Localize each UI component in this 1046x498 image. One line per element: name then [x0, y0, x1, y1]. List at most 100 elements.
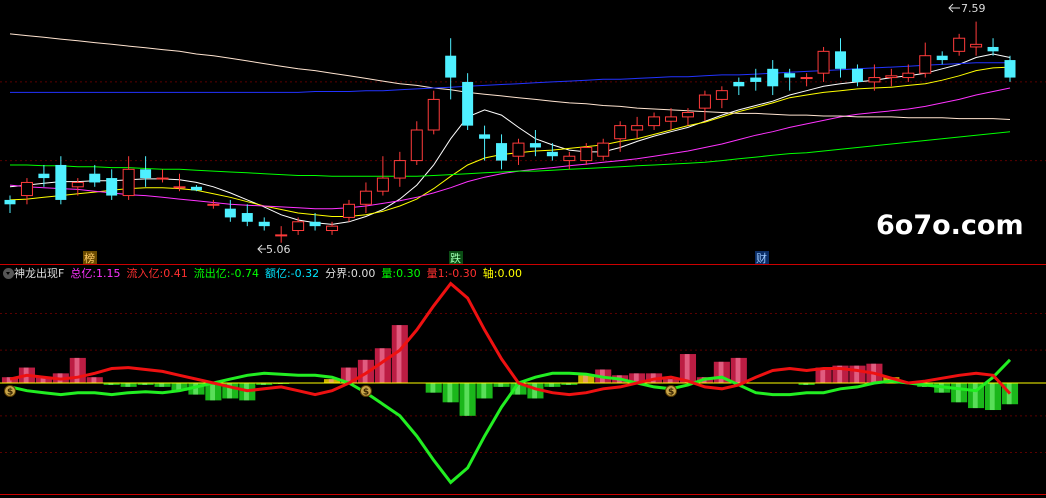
candle-body-down — [835, 51, 847, 69]
indicator-bar-highlight — [955, 383, 961, 403]
candle-body-down — [106, 178, 118, 196]
field-label: 流入亿: — [126, 267, 164, 280]
candle-body-up — [326, 225, 339, 232]
candle-body-up — [173, 186, 186, 189]
field-volume1: 量1:-0.30 — [427, 265, 477, 281]
field-label: 量: — [381, 267, 397, 280]
candle-body-up — [698, 94, 711, 109]
field-volume: 量:0.30 — [381, 265, 420, 281]
indicator-bar-highlight — [379, 348, 385, 383]
candle-body-down — [190, 186, 202, 191]
money-bag-symbol: $ — [668, 388, 674, 398]
candle-body-down — [4, 199, 16, 205]
candle-body-up — [563, 155, 576, 162]
candle-body-up — [614, 125, 627, 140]
candle-body-up — [868, 77, 881, 83]
indicator-bar-highlight — [549, 383, 554, 387]
candle-body-down — [546, 151, 558, 157]
candle-body-down — [55, 164, 67, 200]
high-price-label: 7.59 — [961, 2, 986, 15]
field-value: -0.30 — [448, 267, 477, 280]
indicator-bar-highlight — [583, 375, 588, 383]
candle-body-down — [1004, 60, 1016, 78]
indicator-bar-highlight — [532, 383, 538, 399]
field-value: 0.00 — [350, 267, 376, 280]
candle-body-up — [715, 90, 728, 100]
dropdown-icon[interactable] — [3, 267, 14, 279]
field-label: 总亿: — [70, 267, 97, 280]
candle-body-up — [156, 177, 169, 180]
candle-body-down — [750, 77, 762, 82]
event-markers: 榜 跌 财 — [83, 251, 769, 265]
event-marker-finance[interactable]: 财 — [756, 251, 767, 265]
stock-chart[interactable]: 7.59 5.06 榜 跌 财 $ $ $ — [0, 0, 1046, 498]
candle-body-up — [359, 190, 372, 205]
field-total: 总亿:1.15 — [70, 265, 120, 281]
field-value: 0.00 — [497, 267, 522, 280]
candle-body-up — [648, 116, 661, 127]
indicator-bar-highlight — [91, 377, 97, 383]
candle-body-up — [681, 112, 694, 118]
indicator-bar-highlight — [735, 357, 741, 383]
indicator-bar-highlight — [430, 383, 436, 393]
candle-body-up — [20, 181, 33, 197]
candle-body-down — [479, 134, 491, 139]
candle-body-down — [529, 143, 541, 148]
indicator-bar-highlight — [464, 383, 470, 416]
candle-body-up — [342, 203, 355, 218]
candle-body-up — [427, 98, 440, 131]
candle-body-down — [224, 208, 236, 218]
field-value: 0.41 — [163, 267, 188, 280]
field-divider: 分界:0.00 — [325, 265, 375, 281]
field-outflow: 流出亿:-0.74 — [194, 265, 259, 281]
watermark: 6o7o.com — [876, 210, 1024, 241]
field-inflow: 流入亿:0.41 — [127, 265, 188, 281]
candle-body-up — [631, 125, 644, 131]
candle-body-down — [309, 221, 321, 227]
indicator-bar-highlight — [854, 365, 860, 383]
indicator-info-bar: 神龙出现F 总亿:1.15 流入亿:0.41 流出亿:-0.74 额亿:-0.3… — [0, 265, 522, 281]
candle-body-down — [733, 81, 745, 87]
candlestick-series[interactable] — [4, 21, 1016, 243]
candle-body-up — [902, 72, 915, 79]
money-bag-symbol: $ — [363, 388, 369, 398]
candle-body-down — [258, 221, 270, 227]
candle-body-up — [800, 77, 813, 80]
event-marker-fall[interactable]: 跌 — [450, 251, 461, 265]
field-axis: 轴:0.00 — [483, 265, 522, 281]
candle-body-down — [987, 46, 999, 52]
candle-body-up — [953, 37, 966, 52]
field-value: 1.15 — [96, 267, 121, 280]
field-value: -0.32 — [290, 267, 320, 280]
candle-body-up — [970, 43, 983, 48]
candle-body-down — [445, 55, 457, 78]
field-label: 量1: — [426, 267, 449, 280]
field-value: 0.30 — [396, 267, 421, 280]
candle-body-up — [376, 177, 389, 192]
candle-body-down — [784, 73, 796, 78]
indicator-bar-highlight — [972, 383, 978, 409]
candle-body-up — [207, 203, 220, 206]
candle-body-down — [496, 143, 508, 161]
candle-body-down — [851, 68, 863, 82]
indicator-bar-highlight — [447, 383, 453, 403]
field-label: 额亿: — [264, 267, 291, 280]
candle-body-up — [122, 168, 135, 197]
indicator-name[interactable]: 神龙出现F — [14, 265, 64, 281]
candle-body-down — [89, 173, 101, 183]
candle-body-up — [885, 75, 898, 79]
candle-body-down — [767, 68, 779, 87]
field-label: 流出亿: — [193, 267, 231, 280]
event-marker-rank[interactable]: 榜 — [84, 251, 95, 265]
candle-body-down — [241, 213, 253, 222]
indicator-bar-highlight — [74, 357, 80, 383]
indicator-bar-highlight — [684, 354, 690, 383]
money-bag-symbol: $ — [7, 388, 13, 398]
candle-body-up — [919, 55, 932, 74]
candle-body-up — [817, 50, 830, 74]
field-amount: 额亿:-0.32 — [265, 265, 319, 281]
candle-body-down — [140, 169, 152, 179]
indicator-bar-highlight — [328, 379, 334, 383]
candle-body-up — [410, 129, 423, 162]
candle-body-up — [580, 146, 593, 162]
